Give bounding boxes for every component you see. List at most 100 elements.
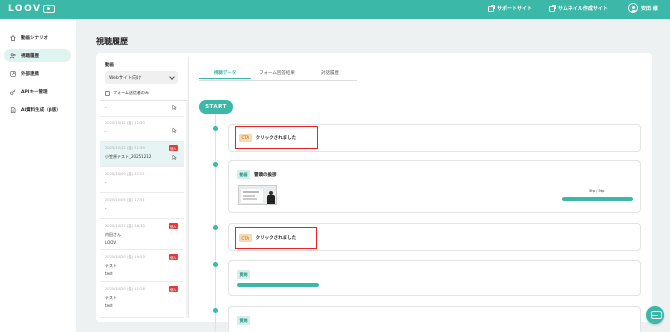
entry-company: test — [105, 271, 113, 276]
entry-date: 2025/10/21 (金) 16:30 — [105, 224, 145, 228]
list-item-selected[interactable]: 2025/10/12 (金) 11:59 小笠原テスト_20251212 個人 — [100, 142, 184, 167]
timeline-event-question: 質問 — [228, 260, 641, 296]
chevron-down-icon — [169, 73, 175, 80]
list-item[interactable]: 2025/10/20 (金) 19:53 テスト test 個人 — [100, 251, 184, 282]
list-item[interactable]: 2025/10/12 (金) 12:30 - — [100, 117, 184, 142]
detail-tabs: 視聴データ フォーム回答結果 対話履歴 — [199, 67, 357, 79]
thumbnail-line — [243, 191, 259, 193]
form-submitters-filter[interactable]: フォーム送信者のみ — [105, 90, 149, 96]
document-icon — [10, 106, 16, 113]
video-select[interactable]: Webサイト向け — [105, 71, 178, 84]
timeline-event-video: 動画 冒頭の挨拶 5tp / 5tp — [228, 160, 641, 213]
entry-name: テスト — [105, 295, 117, 300]
form-submitters-checkbox[interactable] — [105, 90, 110, 96]
entry-name: 内田さん — [105, 232, 121, 237]
video-title: 冒頭の挨拶 — [254, 172, 277, 178]
sidebar-item-label: 外部連携 — [21, 71, 39, 77]
sidebar-item-label: AI資料生成（β版） — [21, 107, 61, 113]
entry-date: 2025/10/20 (金) 17:28 — [105, 287, 145, 291]
cta-highlight: CTA クリックされました — [235, 227, 317, 249]
list-item[interactable]: 2025/10/21 (金) 16:30 内田さん LOOV 個人 — [100, 220, 184, 250]
video-select-value: Webサイト向け — [109, 75, 142, 81]
cta-text: クリックされました — [255, 135, 297, 141]
sidebar: 動画シナリオ 視聴履歴 外部連携 APIキー管理 AI資料生成（β版） — [0, 19, 76, 332]
cta-highlight: CTA クリックされました — [235, 126, 318, 149]
question-progress-fill — [237, 283, 319, 287]
cursor-click-icon — [172, 154, 177, 160]
support-site-link[interactable]: サポートサイト — [488, 4, 533, 12]
tab-viewing-data[interactable]: 視聴データ — [199, 67, 251, 79]
thumbnail-person — [267, 195, 275, 204]
cta-tag: CTA — [239, 234, 252, 242]
loov-logo[interactable]: LOOV — [8, 3, 56, 15]
timeline-event-question: 質問 — [228, 306, 641, 332]
list-item[interactable]: 2025/10/05 (金) 17:51 - — [100, 194, 184, 219]
tab-form-answers[interactable]: フォーム回答結果 — [251, 67, 303, 79]
video-progress-label: 5tp / 5tp — [589, 189, 605, 193]
question-tag: 質問 — [237, 270, 250, 279]
entry-company: test — [105, 303, 113, 308]
entry-name: - — [105, 206, 107, 211]
link-icon — [10, 70, 16, 77]
user-name: 安田 様 — [641, 5, 658, 12]
thumbnail-line — [243, 198, 257, 200]
list-item[interactable]: 2025/10/20 (金) 17:28 テスト test 個人 — [100, 283, 184, 318]
timeline-event-cta: CTA クリックされました — [228, 124, 641, 152]
divider — [100, 100, 188, 101]
sidebar-item-view-history[interactable]: 視聴履歴 — [4, 49, 71, 62]
entry-name: - — [105, 105, 107, 110]
home-icon — [10, 34, 16, 41]
timeline-dot — [213, 225, 218, 230]
entry-date: 2025/10/20 (金) 19:53 — [105, 255, 145, 259]
entry-date: 2025/10/05 (金) 17:51 — [105, 198, 145, 202]
timeline-start-marker: START — [199, 100, 233, 114]
viewer-list-panel: 動画 Webサイト向け フォーム送信者のみ - 2025/10/12 (金) 1… — [100, 57, 188, 318]
logo-camera-icon — [43, 5, 56, 13]
timeline-line — [215, 114, 216, 332]
key-icon — [10, 88, 16, 95]
entry-name: 小笠原テスト_20251212 — [105, 154, 152, 159]
personal-badge: 個人 — [168, 145, 178, 151]
sidebar-item-api-keys[interactable]: APIキー管理 — [4, 85, 71, 98]
video-progress-fill — [562, 197, 633, 201]
tab-underline — [199, 80, 357, 81]
entry-date: 2025/10/12 (金) 12:30 — [105, 121, 145, 125]
video-thumbnail[interactable] — [238, 185, 277, 205]
sidebar-item-ai-docs[interactable]: AI資料生成（β版） — [4, 103, 71, 116]
viewer-list[interactable]: - 2025/10/12 (金) 12:30 - 2025/10/12 (金) … — [100, 102, 185, 318]
video-event-header: 動画 冒頭の挨拶 — [237, 170, 277, 179]
entry-name: テスト — [105, 263, 117, 268]
tab-chat-history[interactable]: 対話履歴 — [303, 67, 357, 79]
timeline-event-cta: CTA クリックされました — [228, 223, 641, 251]
sidebar-item-integrations[interactable]: 外部連携 — [4, 67, 71, 80]
logo-text: LOOV — [8, 4, 42, 14]
question-tag: 質問 — [237, 316, 250, 325]
personal-badge: 個人 — [168, 254, 178, 260]
chat-support-button[interactable] — [646, 306, 664, 324]
entry-name: - — [105, 129, 107, 134]
cursor-click-icon — [172, 127, 177, 133]
list-item[interactable]: - — [100, 102, 184, 117]
users-icon — [10, 52, 16, 59]
thumbnail-site-link[interactable]: サムネイル作成サイト — [549, 4, 608, 12]
form-submitters-label: フォーム送信者のみ — [113, 90, 149, 95]
entry-name: - — [105, 180, 107, 185]
entry-date: 2025/10/12 (金) 11:59 — [105, 146, 145, 150]
personal-badge: 個人 — [168, 286, 178, 292]
video-filter-label: 動画 — [105, 63, 114, 68]
panel-divider — [188, 57, 189, 318]
sidebar-item-video-scenario[interactable]: 動画シナリオ — [4, 31, 71, 44]
video-progress-bar — [562, 197, 633, 201]
timeline-dot — [213, 126, 218, 131]
entry-company: LOOV — [105, 240, 117, 245]
question-progress-bar — [237, 283, 319, 287]
video-tag: 動画 — [237, 170, 250, 179]
support-site-label: サポートサイト — [497, 6, 533, 12]
user-menu[interactable]: 安田 様 — [628, 3, 658, 13]
entry-date: 2025/10/09 (金) 17:01 — [105, 172, 145, 176]
sidebar-item-label: APIキー管理 — [21, 89, 48, 95]
thumbnail-line — [243, 195, 255, 197]
timeline-dot — [213, 262, 218, 267]
list-item[interactable]: 2025/10/09 (金) 17:01 - — [100, 168, 184, 193]
sidebar-item-label: 動画シナリオ — [21, 35, 48, 41]
